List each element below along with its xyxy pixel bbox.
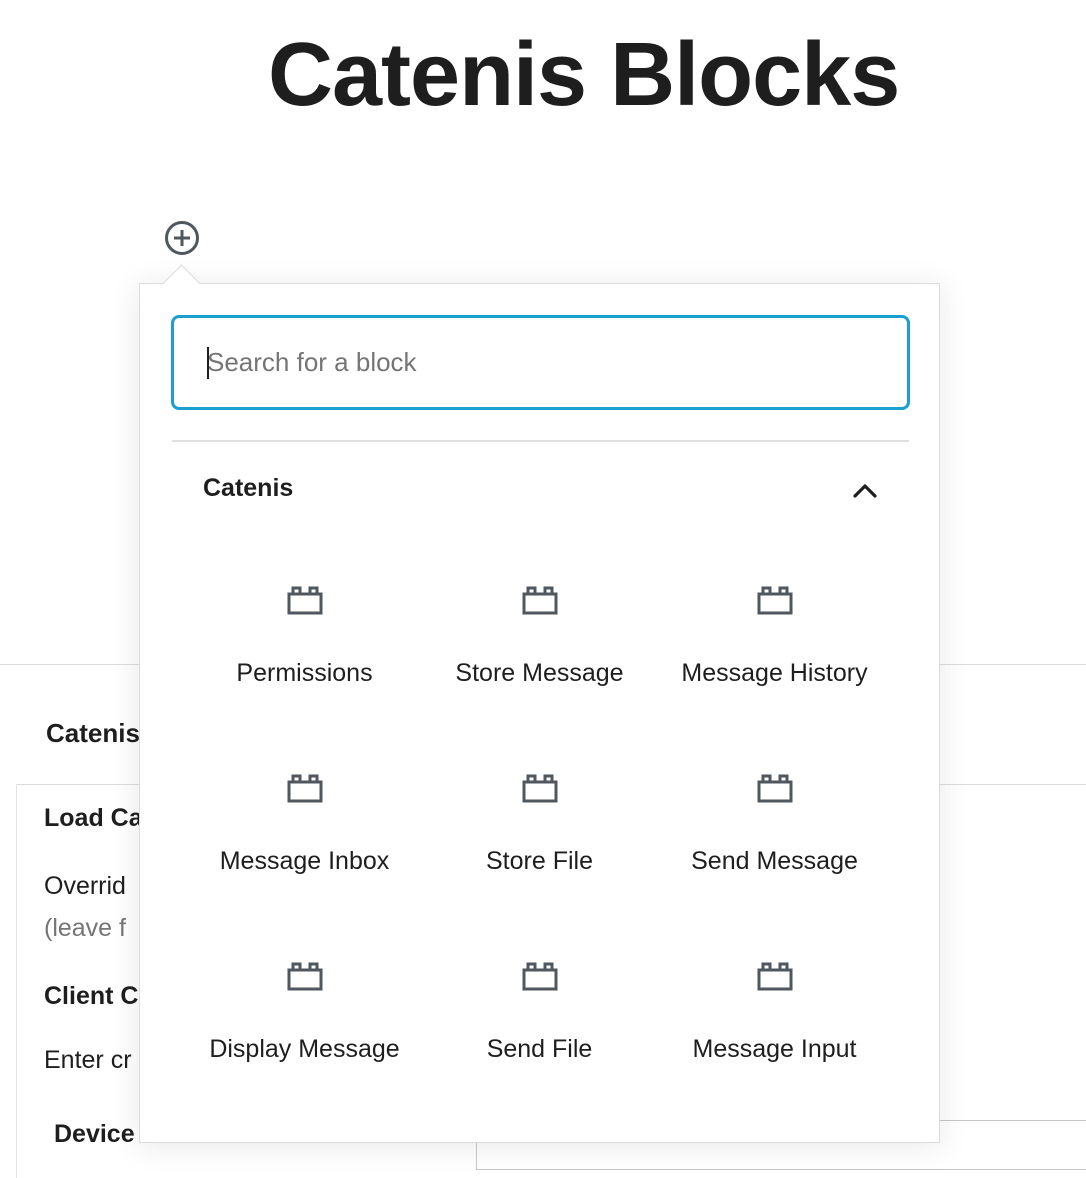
block-list: Permissions Store Message Message Histor… — [187, 562, 892, 1126]
block-label: Send File — [486, 1035, 593, 1063]
text-caret — [207, 347, 209, 379]
block-label: Message Inbox — [219, 847, 390, 875]
chevron-up-icon — [853, 484, 877, 498]
block-search-field[interactable] — [171, 315, 910, 410]
block-default-icon — [757, 962, 792, 991]
settings-panel-title[interactable]: Catenis — [46, 718, 140, 749]
editor-canvas: Catenis Blocks Catenis Load Ca Overrid (… — [0, 0, 1086, 1178]
block-default-icon — [757, 774, 792, 803]
settings-panel-border — [16, 784, 17, 1178]
block-item-message-history[interactable]: Message History — [657, 562, 892, 750]
popover-divider — [172, 440, 909, 442]
inserter-toggle-button[interactable] — [162, 218, 202, 258]
block-label: Message Input — [692, 1035, 857, 1063]
block-default-icon — [287, 774, 322, 803]
page-title[interactable]: Catenis Blocks — [268, 20, 900, 130]
client-setting-label: Client C — [44, 982, 139, 1010]
block-inserter-popover: Catenis Permissions Store Message — [139, 283, 940, 1143]
block-item-message-input[interactable]: Message Input — [657, 938, 892, 1126]
category-title: Catenis — [203, 474, 294, 502]
block-label: Display Message — [209, 1035, 400, 1063]
block-item-message-inbox[interactable]: Message Inbox — [187, 750, 422, 938]
load-setting-label: Load Ca — [44, 804, 143, 832]
block-default-icon — [522, 774, 557, 803]
override-setting-hint: (leave f — [44, 914, 126, 942]
block-label: Store Message — [455, 659, 624, 687]
block-search-input[interactable] — [174, 318, 907, 407]
plus-circle-icon — [165, 221, 199, 255]
block-default-icon — [287, 586, 322, 615]
block-item-send-message[interactable]: Send Message — [657, 750, 892, 938]
block-item-display-message[interactable]: Display Message — [187, 938, 422, 1126]
override-setting-text: Overrid — [44, 872, 126, 900]
block-item-store-message[interactable]: Store Message — [422, 562, 657, 750]
block-default-icon — [757, 586, 792, 615]
block-label: Send Message — [691, 847, 858, 875]
block-default-icon — [522, 962, 557, 991]
block-label: Message History — [681, 659, 868, 687]
block-item-permissions[interactable]: Permissions — [187, 562, 422, 750]
block-item-store-file[interactable]: Store File — [422, 750, 657, 938]
block-item-send-file[interactable]: Send File — [422, 938, 657, 1126]
block-default-icon — [287, 962, 322, 991]
block-label: Permissions — [236, 659, 373, 687]
block-default-icon — [522, 586, 557, 615]
block-label: Store File — [486, 847, 593, 875]
enter-credentials-text: Enter cr — [44, 1046, 132, 1074]
category-toggle-catenis[interactable]: Catenis — [172, 454, 909, 526]
